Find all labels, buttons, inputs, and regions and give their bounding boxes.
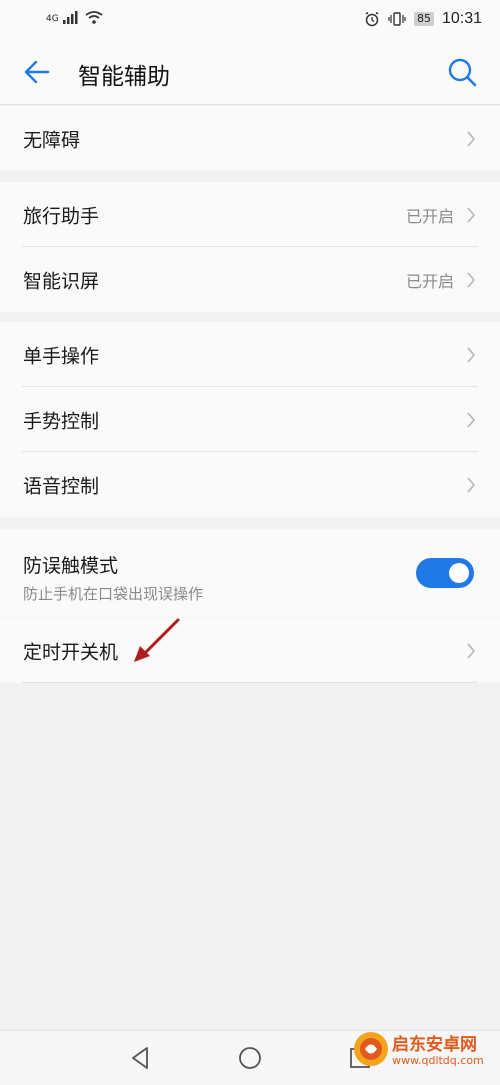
settings-group-accessibility: 无障碍: [0, 106, 500, 171]
item-label: 智能识屏: [23, 270, 100, 292]
annotation-arrow-icon: [134, 618, 180, 662]
page-title: 智能辅助: [78, 64, 170, 90]
watermark: 启东安卓网 www.qdltdq.com: [352, 1024, 492, 1080]
pocket-mode-toggle[interactable]: [416, 558, 474, 588]
watermark-url: www.qdltdq.com: [392, 1054, 484, 1067]
list-item-accessibility[interactable]: 无障碍: [0, 106, 500, 171]
list-item-one-hand[interactable]: 单手操作: [0, 322, 500, 387]
status-bar: 4G 85 10:31: [0, 0, 500, 40]
list-item-voice-control[interactable]: 语音控制: [0, 452, 500, 517]
item-label: 旅行助手: [23, 205, 100, 227]
list-item-gesture-control[interactable]: 手势控制: [0, 387, 500, 452]
alarm-icon: [365, 11, 379, 27]
watermark-text: 启东安卓网: [392, 1035, 477, 1055]
chevron-right-icon: [467, 206, 476, 223]
nav-home-button[interactable]: [235, 1043, 265, 1073]
signal-icon: [62, 11, 78, 24]
search-icon: [448, 58, 477, 87]
chevron-right-icon: [467, 642, 476, 659]
vibrate-icon: [388, 12, 406, 26]
search-button[interactable]: [444, 54, 480, 90]
status-left: 4G: [46, 10, 103, 24]
item-label: 定时开关机: [23, 641, 119, 663]
list-item-pocket-mode: 防误触模式 防止手机在口袋出现误操作: [0, 529, 500, 617]
battery-indicator: 85: [413, 12, 434, 26]
chevron-right-icon: [467, 346, 476, 363]
divider: [22, 682, 478, 683]
status-time: 10:31: [441, 10, 482, 27]
list-item-scheduled-power[interactable]: 定时开关机: [0, 618, 500, 683]
triangle-back-icon: [132, 1047, 148, 1069]
settings-group-pocket-mode: 防误触模式 防止手机在口袋出现误操作: [0, 529, 500, 617]
toggle-knob: [449, 563, 469, 583]
item-label: 单手操作: [23, 345, 100, 367]
circle-home-icon: [239, 1047, 261, 1069]
chevron-right-icon: [467, 271, 476, 288]
back-button[interactable]: [18, 54, 58, 90]
list-item-travel-assistant[interactable]: 旅行助手 已开启: [0, 182, 500, 247]
chevron-right-icon: [467, 411, 476, 428]
wifi-icon: [85, 11, 103, 24]
item-label: 手势控制: [23, 410, 100, 432]
settings-group-smart: 旅行助手 已开启 智能识屏 已开启: [0, 182, 500, 312]
item-label: 无障碍: [23, 129, 81, 151]
chevron-right-icon: [467, 476, 476, 493]
nav-back-button[interactable]: [125, 1043, 155, 1073]
watermark-logo-icon: [354, 1032, 388, 1066]
item-status: 已开启: [405, 206, 454, 226]
network-type: 4G: [46, 14, 59, 24]
item-status: 已开启: [405, 271, 454, 291]
item-label: 防误触模式: [23, 555, 119, 577]
list-item-screen-recognition[interactable]: 智能识屏 已开启: [0, 247, 500, 312]
item-description: 防止手机在口袋出现误操作: [23, 585, 204, 603]
settings-group-schedule: 定时开关机: [0, 618, 500, 683]
app-bar: 智能辅助: [0, 40, 500, 105]
status-right: 85 10:31: [364, 10, 482, 28]
settings-group-control: 单手操作 手势控制 语音控制: [0, 322, 500, 517]
back-arrow-icon: [24, 60, 50, 84]
chevron-right-icon: [467, 130, 476, 147]
item-label: 语音控制: [23, 475, 100, 497]
